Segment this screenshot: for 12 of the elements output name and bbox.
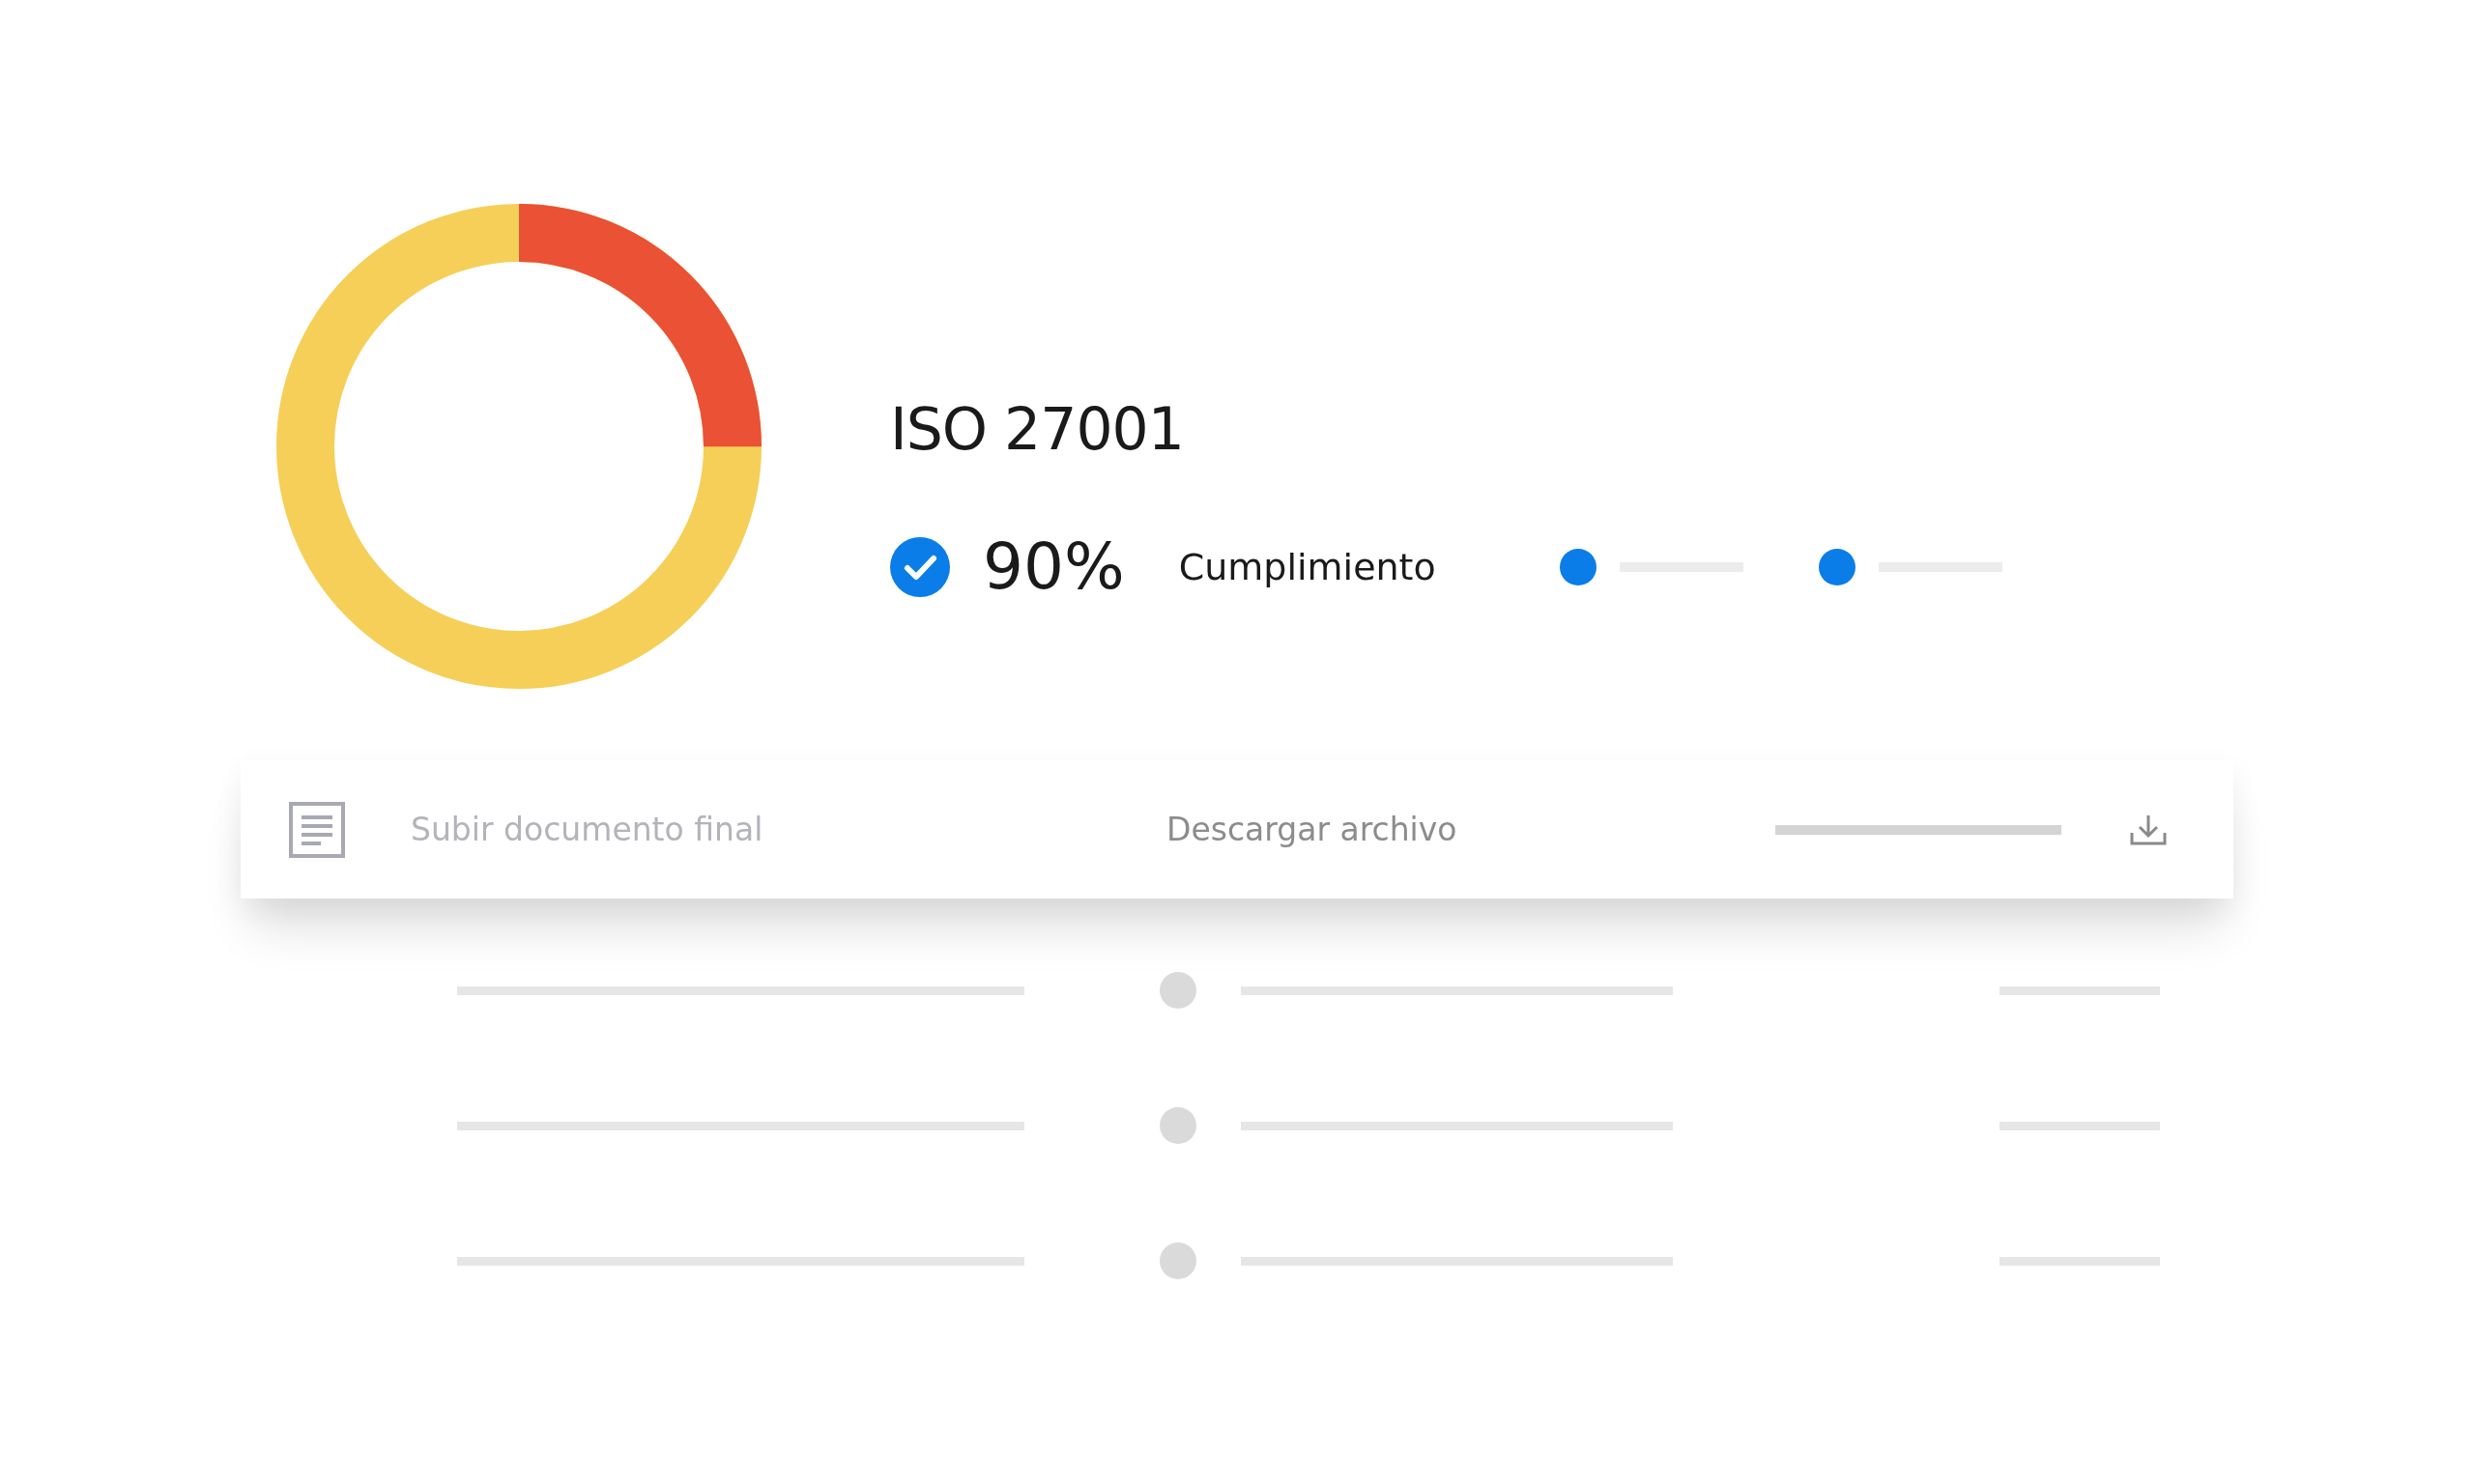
standard-title: ISO 27001 [890, 400, 1185, 458]
download-icon[interactable] [2129, 813, 2168, 846]
compliance-label: Cumplimiento [1178, 546, 1436, 588]
upload-label[interactable]: Subir documento final [411, 811, 1166, 848]
placeholder-dot [1160, 1107, 1196, 1144]
download-link[interactable]: Descargar archivo [1166, 811, 1775, 848]
compliance-percent: 90% [983, 535, 1125, 599]
document-icon [289, 801, 345, 858]
legend-dot [1818, 549, 1856, 585]
legend-dot [1559, 549, 1597, 585]
placeholder-dot [1160, 972, 1196, 1009]
placeholder-dot [1160, 1242, 1196, 1279]
